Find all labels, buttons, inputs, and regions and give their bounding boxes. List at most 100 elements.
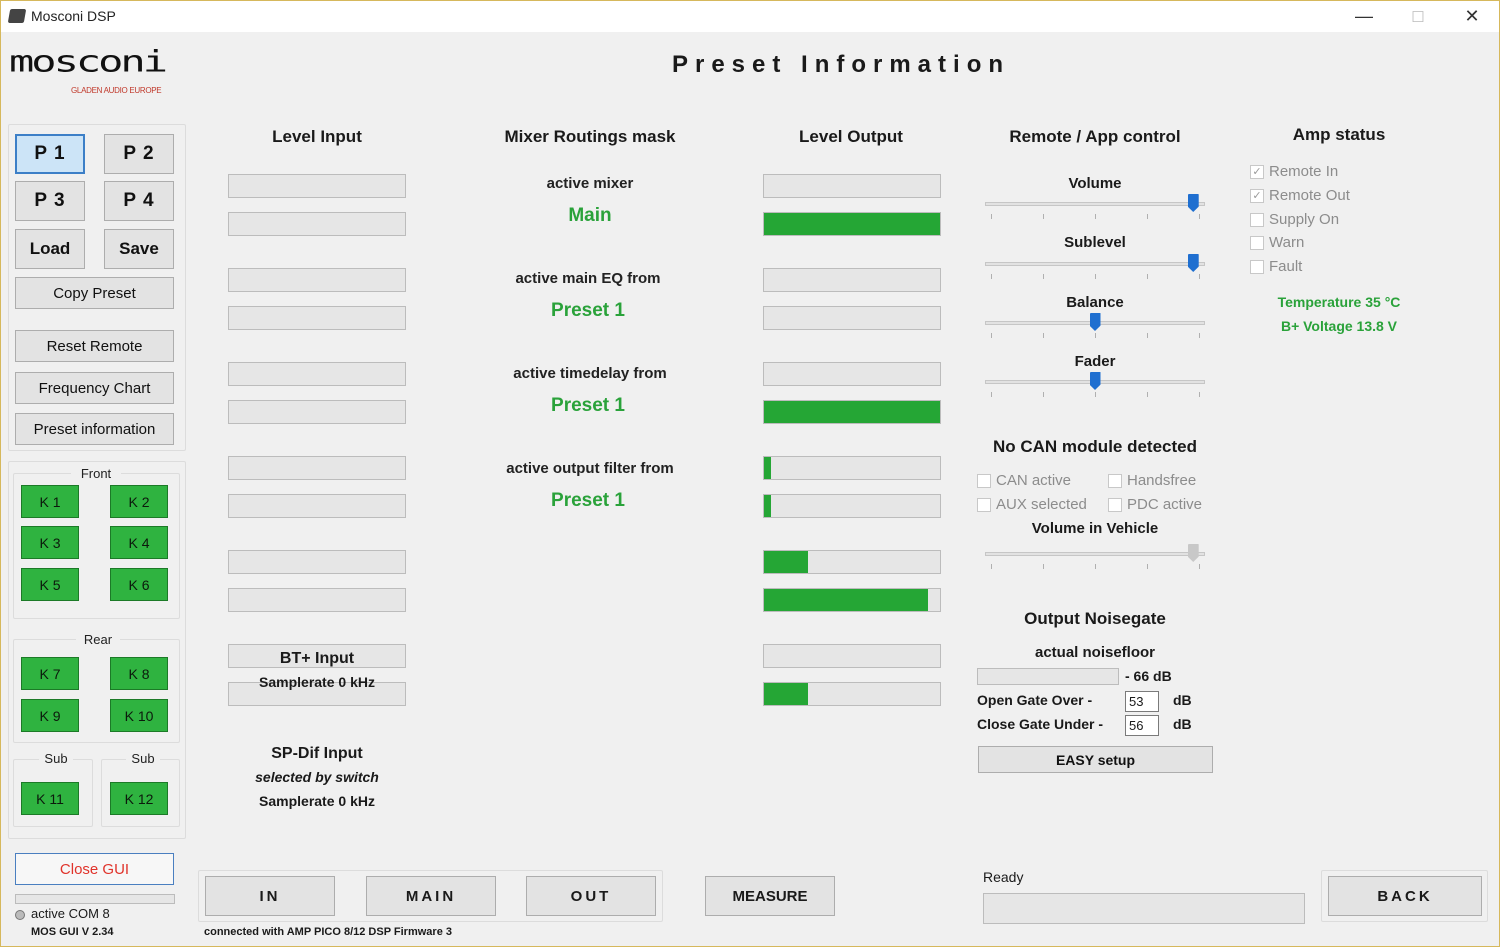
channel-k10-button[interactable]: K 10: [110, 699, 168, 732]
close-gui-button[interactable]: Close GUI: [15, 853, 174, 885]
preset-information-button[interactable]: Preset information: [15, 413, 174, 445]
vehicle-volume-slider-thumb[interactable]: [1187, 544, 1199, 562]
volume-vehicle-label: Volume in Vehicle: [1031, 520, 1159, 537]
spdif-selected: selected by switch: [255, 769, 379, 785]
preset-p4-button[interactable]: P 4: [104, 181, 174, 221]
channel-k3-button[interactable]: K 3: [21, 526, 79, 559]
sublevel-slider-thumb[interactable]: [1187, 254, 1199, 272]
channel-k4-button[interactable]: K 4: [110, 526, 168, 559]
volume-slider-ticks: [985, 214, 1205, 220]
channel-k5-button[interactable]: K 5: [21, 568, 79, 601]
level-input-bar-9: [228, 550, 406, 574]
preset-p1-button[interactable]: P 1: [15, 134, 85, 174]
rear-label: Rear: [76, 632, 120, 647]
volume-slider-track[interactable]: [985, 202, 1205, 206]
tick-mark: [991, 564, 992, 569]
channel-k12-button[interactable]: K 12: [110, 782, 168, 815]
bt-samplerate: Samplerate 0 kHz: [259, 674, 375, 690]
tick-mark: [1199, 274, 1200, 279]
minimize-button[interactable]: —: [1341, 1, 1387, 32]
balance-slider-ticks: [985, 333, 1205, 339]
level-input-bar-8: [228, 494, 406, 518]
check-icon: ✓: [1250, 188, 1264, 203]
checkbox-box: [1250, 212, 1264, 227]
tick-mark: [1147, 214, 1148, 219]
volume-slider-thumb[interactable]: [1187, 194, 1199, 212]
level-output-bar-12: [763, 682, 941, 706]
check-icon: ✓: [1250, 164, 1264, 179]
title-bar: Mosconi DSP — ☐ ✕: [1, 1, 1499, 32]
noisefloor-value: - 66 dB: [1125, 668, 1172, 684]
nav-main-button[interactable]: MAIN: [366, 876, 496, 916]
level-output-bar-11: [763, 644, 941, 668]
back-button[interactable]: BACK: [1328, 876, 1482, 916]
vehicle-volume-slider-track[interactable]: [985, 552, 1205, 556]
frequency-chart-button[interactable]: Frequency Chart: [15, 372, 174, 404]
level-fill: [764, 551, 808, 573]
checkbox-box: [1108, 497, 1122, 512]
tick-mark: [1147, 564, 1148, 569]
pdc-active-checkbox[interactable]: PDC active: [1108, 496, 1202, 513]
warn-label: Warn: [1269, 234, 1305, 251]
com-status-radio[interactable]: [15, 910, 25, 920]
fader-slider-thumb[interactable]: [1089, 372, 1101, 390]
level-fill: [764, 213, 940, 235]
sublevel-label: Sublevel: [1064, 234, 1126, 251]
tick-mark: [1043, 333, 1044, 338]
tick-mark: [991, 392, 992, 397]
level-input-bar-6: [228, 400, 406, 424]
channel-k8-button[interactable]: K 8: [110, 657, 168, 690]
can-active-checkbox[interactable]: CAN active: [977, 472, 1071, 489]
sub-left-label: Sub: [39, 751, 73, 766]
level-input-bar-10: [228, 588, 406, 612]
can-title: No CAN module detected: [992, 437, 1198, 456]
eq-label: active main EQ from: [515, 270, 661, 287]
copy-preset-button[interactable]: Copy Preset: [15, 277, 174, 309]
measure-button[interactable]: MEASURE: [705, 876, 835, 916]
remote-out-label: Remote Out: [1269, 187, 1350, 204]
handsfree-checkbox[interactable]: Handsfree: [1108, 472, 1196, 489]
tick-mark: [991, 333, 992, 338]
preset-p3-button[interactable]: P 3: [15, 181, 85, 221]
channel-k2-button[interactable]: K 2: [110, 485, 168, 518]
level-input-bar-5: [228, 362, 406, 386]
easy-setup-button[interactable]: EASY setup: [978, 746, 1213, 773]
channel-k1-button[interactable]: K 1: [21, 485, 79, 518]
tick-mark: [1095, 333, 1096, 338]
preset-p2-button[interactable]: P 2: [104, 134, 174, 174]
spdif-input-title: SP-Dif Input: [271, 745, 363, 762]
remote-in-label: Remote In: [1269, 163, 1339, 180]
open-gate-input[interactable]: 53: [1125, 691, 1159, 712]
level-output-bar-6: [763, 400, 941, 424]
maximize-button[interactable]: ☐: [1395, 1, 1441, 32]
tick-mark: [991, 214, 992, 219]
front-label: Front: [71, 466, 121, 481]
close-gate-unit: dB: [1173, 716, 1192, 732]
gui-version: MOS GUI V 2.34: [31, 926, 114, 938]
close-window-button[interactable]: ✕: [1449, 1, 1495, 32]
load-button[interactable]: Load: [15, 229, 85, 269]
com-status-text: active COM 8: [31, 906, 110, 921]
aux-selected-checkbox[interactable]: AUX selected: [977, 496, 1087, 513]
close-gate-input[interactable]: 56: [1125, 715, 1159, 736]
balance-slider-thumb[interactable]: [1089, 313, 1101, 331]
app-icon: [7, 9, 27, 23]
tick-mark: [1147, 392, 1148, 397]
output-filter-value: Preset 1: [551, 490, 625, 511]
channel-k6-button[interactable]: K 6: [110, 568, 168, 601]
save-button[interactable]: Save: [104, 229, 174, 269]
reset-remote-button[interactable]: Reset Remote: [15, 330, 174, 362]
sublevel-slider-track[interactable]: [985, 262, 1205, 266]
nav-out-button[interactable]: OUT: [526, 876, 656, 916]
volume-label: Volume: [1068, 175, 1122, 192]
channel-k9-button[interactable]: K 9: [21, 699, 79, 732]
nav-in-button[interactable]: IN: [205, 876, 335, 916]
tick-mark: [1199, 333, 1200, 338]
progress-bar: [15, 894, 175, 904]
noisefloor-bar: [977, 668, 1119, 685]
tick-mark: [1199, 214, 1200, 219]
tick-mark: [1095, 274, 1096, 279]
channel-k11-button[interactable]: K 11: [21, 782, 79, 815]
channel-k7-button[interactable]: K 7: [21, 657, 79, 690]
connection-status: connected with AMP PICO 8/12 DSP Firmwar…: [204, 926, 452, 938]
